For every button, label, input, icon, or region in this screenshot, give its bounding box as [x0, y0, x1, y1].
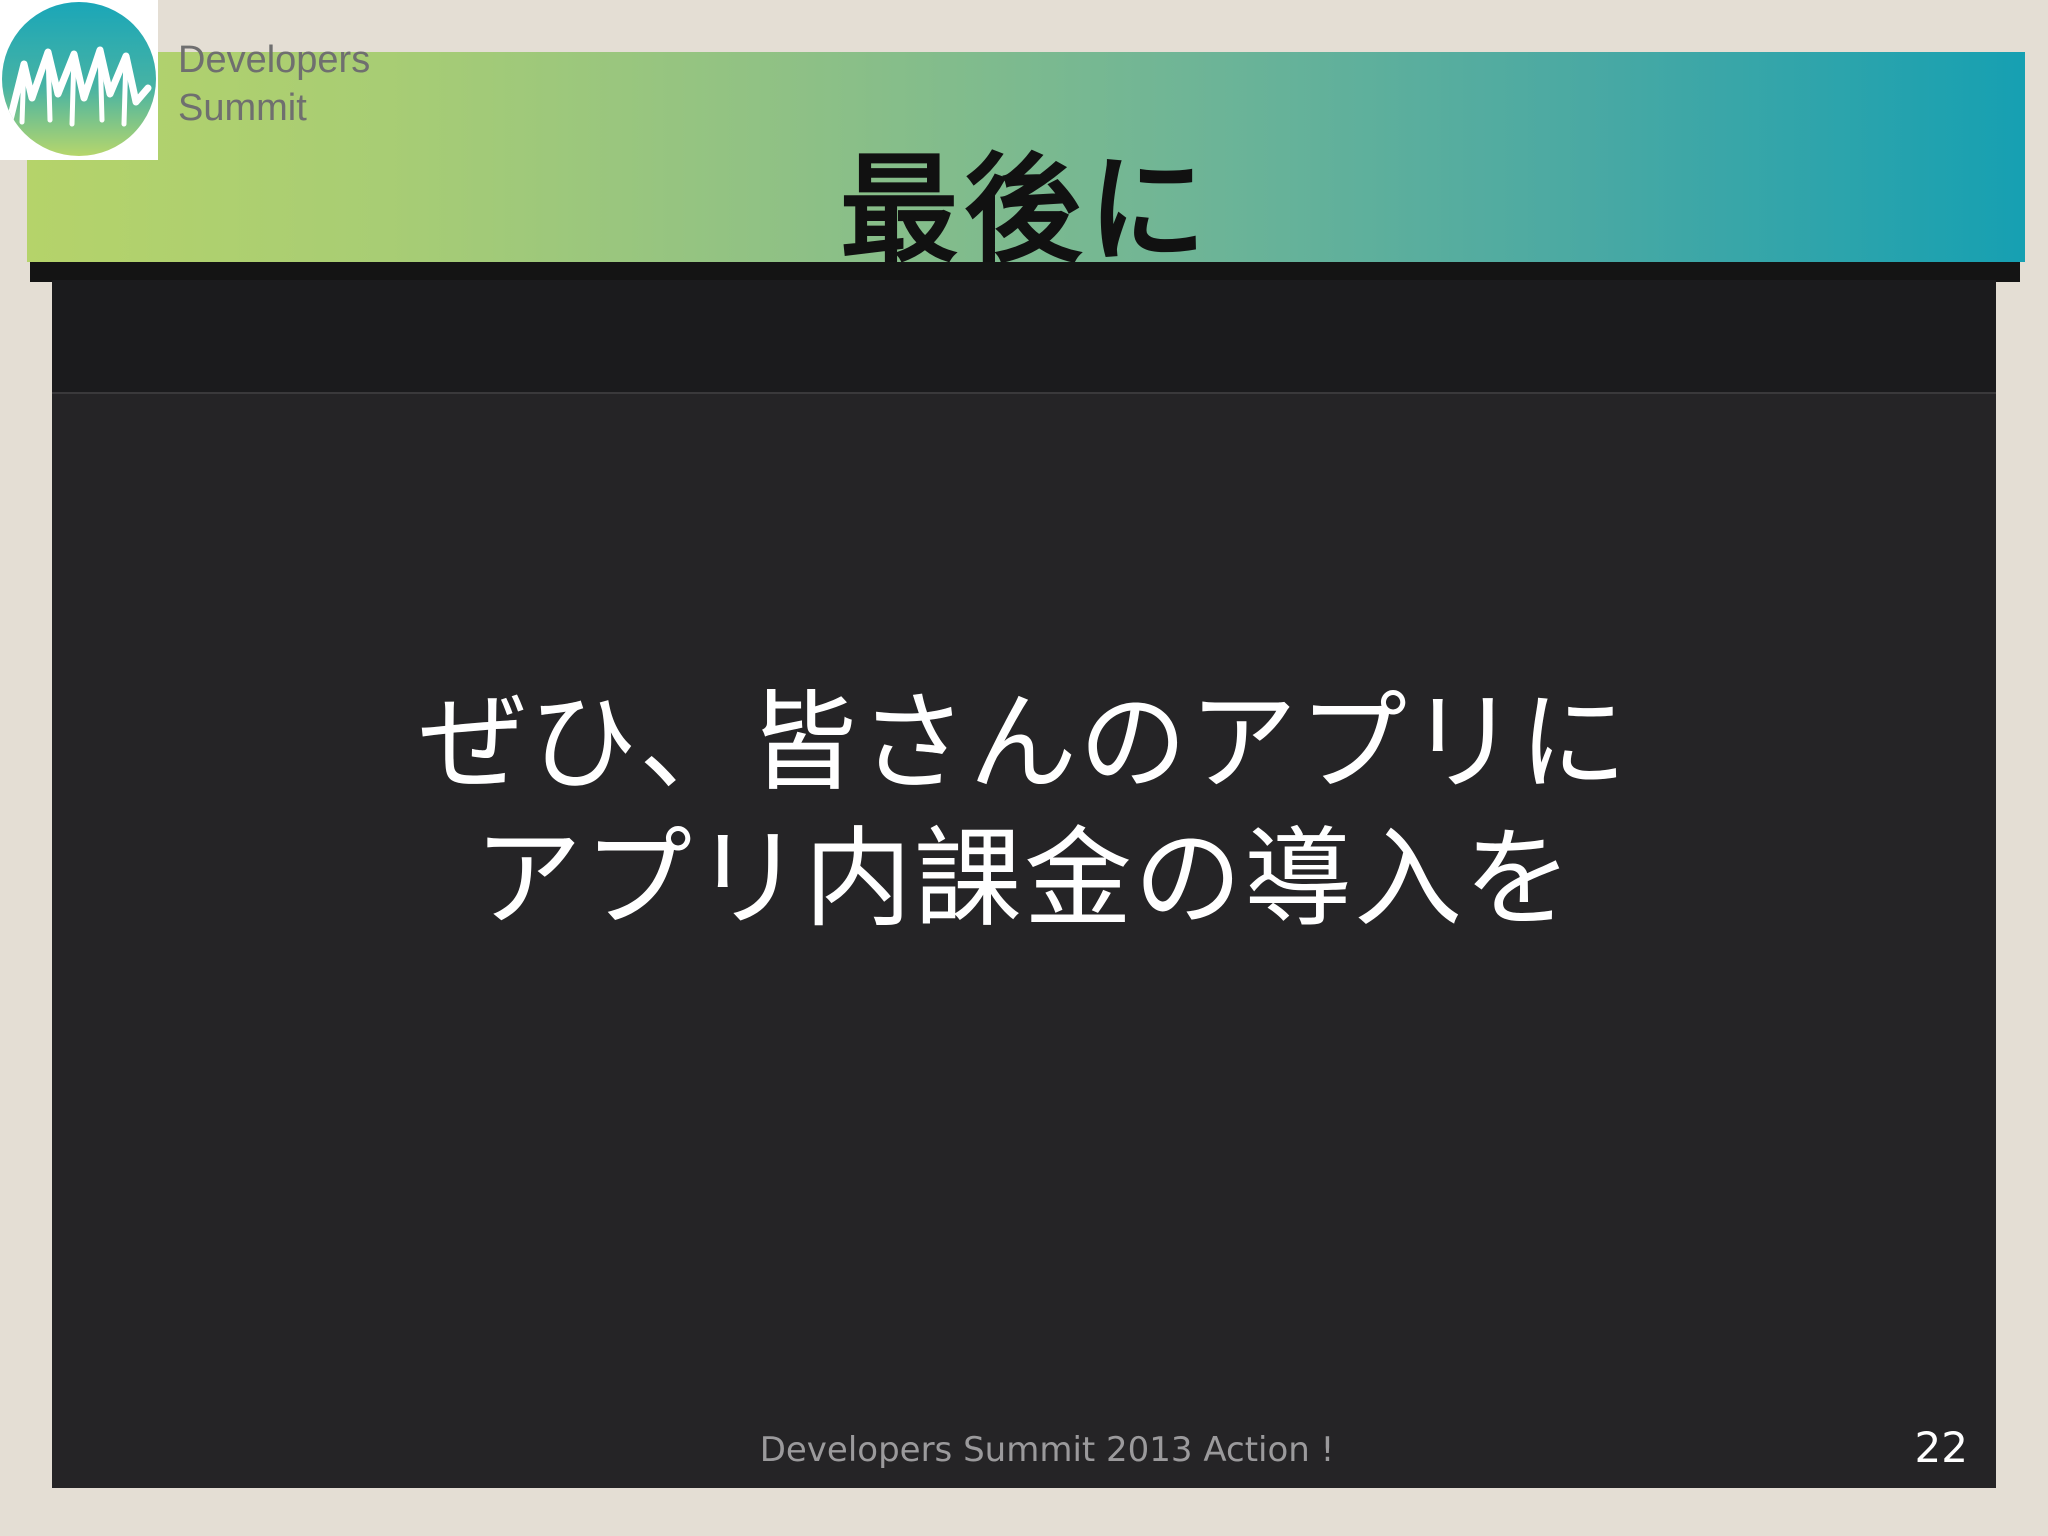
- mountain-logo-icon: [2, 2, 156, 156]
- content-screen: ぜひ、皆さんのアプリに アプリ内課金の導入を Developers Summit…: [52, 280, 1996, 1488]
- main-message: ぜひ、皆さんのアプリに アプリ内課金の導入を: [52, 676, 1996, 948]
- logo-text: Developers Summit: [178, 36, 370, 132]
- logo: [0, 0, 158, 160]
- footer-text: Developers Summit 2013 Action !: [759, 1430, 1335, 1470]
- screen-edge-left: [30, 262, 52, 282]
- slide: 最後に Developers Summit ぜひ、皆さんのアプリに アプリ内課金…: [0, 0, 2048, 1536]
- message-line-1: ぜひ、皆さんのアプリに: [418, 681, 1629, 806]
- screen-top-band: [30, 262, 2020, 282]
- logo-line-developers: Developers: [178, 39, 371, 81]
- logo-line-summit: Summit: [178, 87, 307, 129]
- page-number: 22: [1914, 1423, 1968, 1472]
- message-line-2: アプリ内課金の導入を: [473, 817, 1574, 942]
- screen-edge-right: [1998, 262, 2020, 282]
- slide-title: 最後に: [839, 141, 1212, 279]
- screen-header: [52, 280, 1996, 394]
